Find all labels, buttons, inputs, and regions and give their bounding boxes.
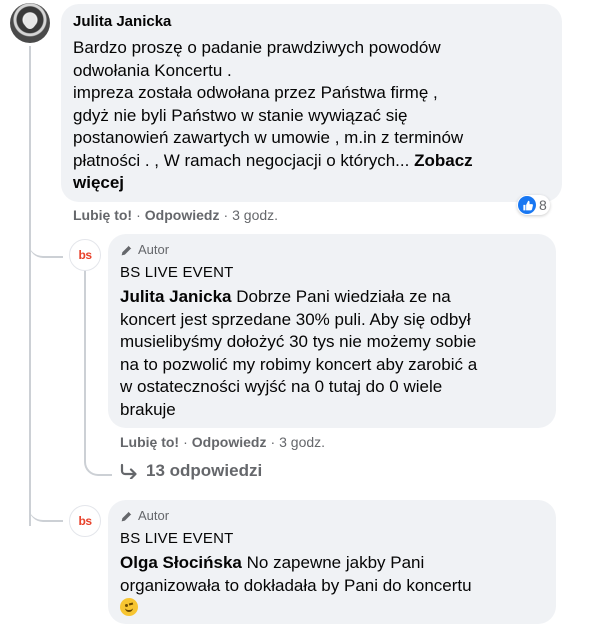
avatar[interactable] [10, 3, 50, 43]
comment-line: gdyż nie byli Państwo w stanie wywiązać … [73, 105, 408, 125]
reply-line: brakuje [120, 399, 176, 419]
comment-line: Bardzo proszę o padanie prawdziwych powo… [73, 38, 441, 57]
reply-arrow-icon [120, 463, 137, 479]
page-avatar[interactable]: bs [69, 239, 101, 271]
page-name[interactable]: BS LIVE EVENT [120, 263, 544, 282]
comment-line: płatności . , W ramach negocjacji o któr… [73, 150, 473, 170]
timestamp[interactable]: 3 godz. [232, 207, 278, 223]
logo-text: bs [78, 513, 92, 528]
pen-icon [121, 244, 132, 255]
like-button[interactable]: Lubię to! [73, 207, 132, 223]
smiling-face-emoji [120, 598, 138, 616]
mention-link[interactable]: Julita Janicka [120, 287, 232, 306]
timestamp[interactable]: 3 godz. [279, 434, 325, 450]
page-avatar[interactable]: bs [69, 505, 101, 537]
reply-line: Julita Janicka Dobrze Pani wiedziała ze … [120, 287, 451, 306]
comment-text: Bardzo proszę o padanie prawdziwych powo… [73, 37, 550, 195]
thread-line-main [29, 46, 31, 526]
thread-line-reply1 [84, 270, 86, 460]
comment-author[interactable]: Julita Janicka [73, 12, 550, 31]
reply-text: Olga Słocińska No zapewne jakby Pani org… [120, 552, 544, 620]
reply-bubble: Autor BS LIVE EVENT Julita Janicka Dobrz… [108, 234, 556, 428]
comment-line: odwołania Koncertu . [73, 60, 232, 80]
thumbs-up-icon [518, 196, 536, 214]
reply-line: Olga Słocińska No zapewne jakby Pani [120, 553, 425, 572]
reply-line: koncert jest sprzedane 30% puli. Aby się… [120, 309, 471, 329]
pen-icon [121, 510, 132, 521]
thread-curve-reply1 [29, 226, 63, 258]
mention-link[interactable]: Olga Słocińska [120, 553, 242, 572]
see-more-link[interactable]: Zobacz [414, 151, 473, 170]
like-button[interactable]: Lubię to! [120, 434, 179, 450]
thread-curve-reply2 [29, 492, 63, 522]
logo-text: bs [78, 247, 92, 262]
reply-bubble: Autor BS LIVE EVENT Olga Słocińska No za… [108, 500, 556, 624]
thread-curve-replies [84, 450, 112, 476]
reply-actions: Lubię to! · Odpowiedz · 3 godz. [120, 434, 326, 450]
reply-text: Julita Janicka Dobrze Pani wiedziała ze … [120, 286, 544, 421]
reply-button[interactable]: Odpowiedz [145, 207, 220, 223]
reply-line: musielibyśmy dołożyć 30 tys nie możemy s… [120, 332, 477, 351]
see-more-link-cont[interactable]: więcej [73, 172, 550, 195]
author-badge: Autor [120, 242, 544, 258]
reply-line: w ostateczności wyjść na 0 tutaj do 0 wi… [120, 377, 443, 396]
comment-actions: Lubię to! · Odpowiedz · 3 godz. [73, 207, 279, 223]
reply-button[interactable]: Odpowiedz [192, 434, 267, 450]
reply-line [120, 597, 544, 620]
comment-bubble: Julita Janicka Bardzo proszę o padanie p… [61, 4, 562, 202]
reply-line: organizowała to dokładała by Pani do kon… [120, 575, 472, 595]
reply-line: na to pozwolić my robimy koncert aby zar… [120, 354, 478, 374]
comment-line: impreza została odwołana przez Państwa f… [73, 83, 438, 102]
comment-line: postanowień zawartych w umowie , m.in z … [73, 128, 464, 147]
author-badge: Autor [120, 508, 544, 524]
view-replies-link[interactable]: 13 odpowiedzi [120, 461, 262, 481]
reaction-count[interactable]: 8 [517, 195, 550, 215]
page-name[interactable]: BS LIVE EVENT [120, 529, 544, 548]
